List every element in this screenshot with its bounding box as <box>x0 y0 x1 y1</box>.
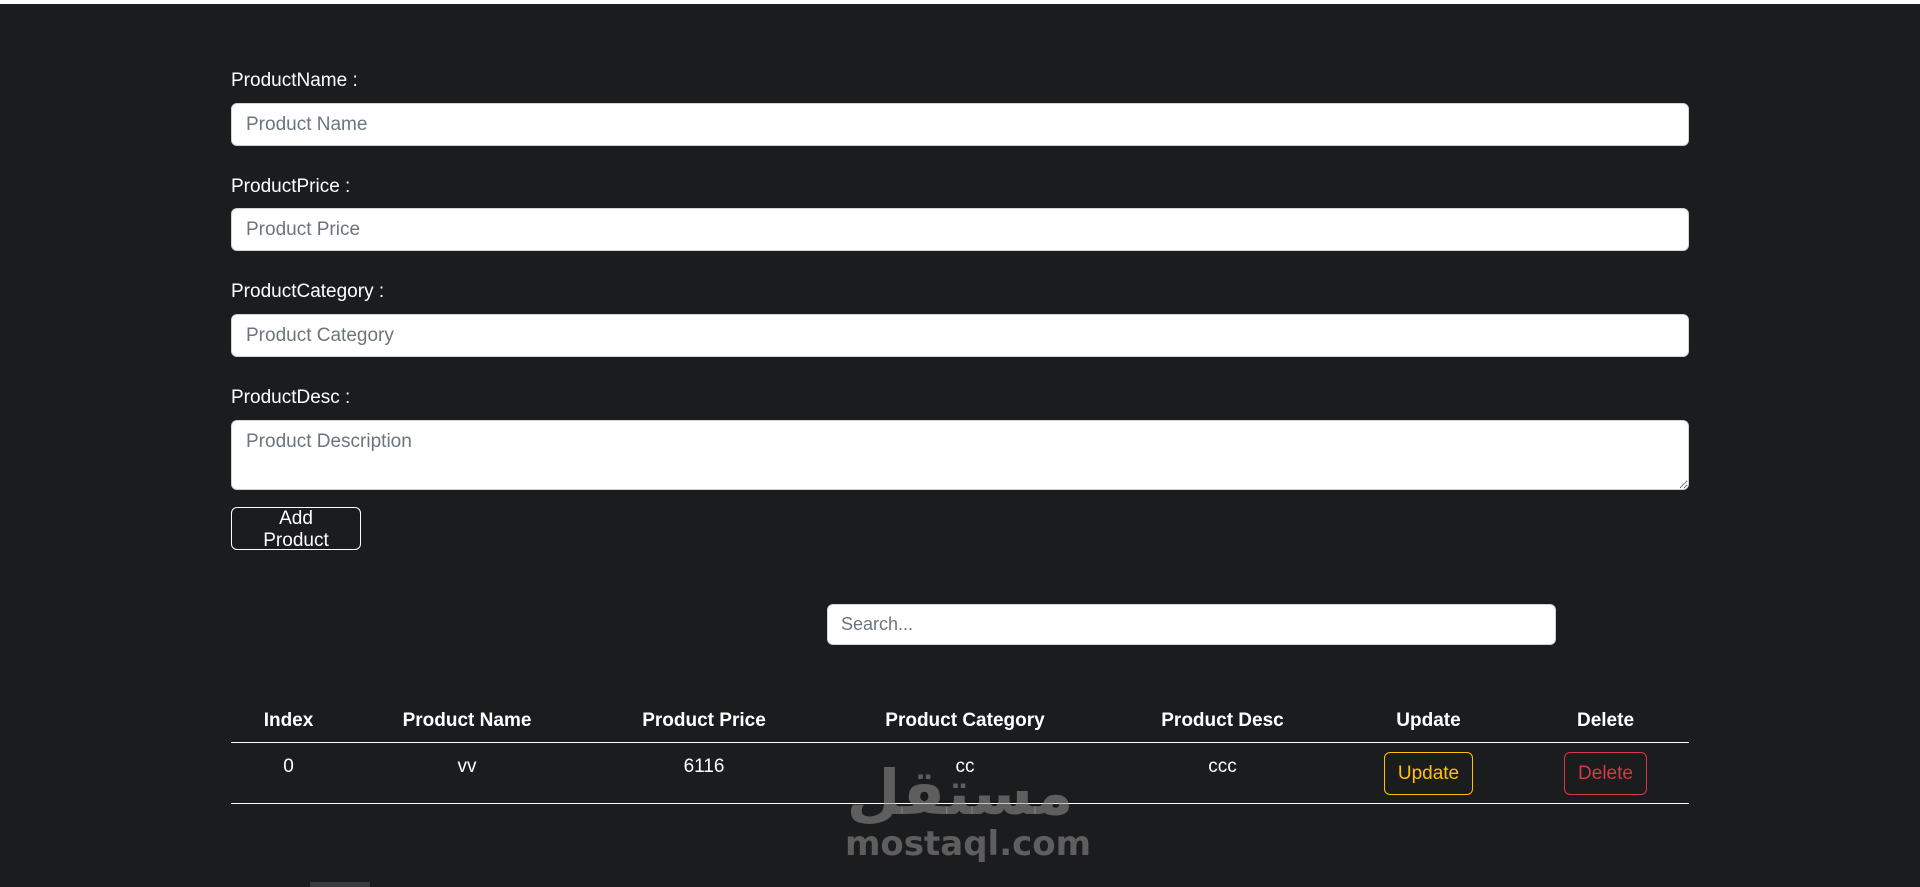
header-index: Index <box>231 700 346 743</box>
cell-product-price: 6116 <box>588 742 820 804</box>
cell-update: Update <box>1335 742 1522 804</box>
product-name-input[interactable] <box>231 103 1689 146</box>
cell-product-category: cc <box>820 742 1110 804</box>
watermark-text: mostaql.com <box>845 824 1092 864</box>
top-border-strip <box>0 0 1920 4</box>
product-name-label: ProductName : <box>231 70 358 91</box>
table-header-row: Index Product Name Product Price Product… <box>231 700 1689 743</box>
cell-delete: Delete <box>1522 742 1689 804</box>
header-update: Update <box>1335 700 1522 743</box>
add-product-button[interactable]: Add Product <box>231 507 361 551</box>
product-price-input[interactable] <box>231 208 1689 251</box>
header-product-category: Product Category <box>820 700 1110 743</box>
bottom-scroll-mark <box>310 882 370 887</box>
header-product-desc: Product Desc <box>1110 700 1335 743</box>
product-category-label: ProductCategory : <box>231 281 385 302</box>
product-desc-label: ProductDesc : <box>231 387 351 408</box>
table-row: 0 vv 6116 cc ccc Update Delete <box>231 742 1689 804</box>
delete-button[interactable]: Delete <box>1564 751 1647 795</box>
product-desc-textarea[interactable] <box>231 420 1689 490</box>
products-table: Index Product Name Product Price Product… <box>231 700 1689 804</box>
cell-product-desc: ccc <box>1110 742 1335 804</box>
product-category-input[interactable] <box>231 314 1689 357</box>
header-product-price: Product Price <box>588 700 820 743</box>
cell-product-name: vv <box>346 742 588 804</box>
cell-index: 0 <box>231 742 346 804</box>
header-product-name: Product Name <box>346 700 588 743</box>
header-delete: Delete <box>1522 700 1689 743</box>
search-input[interactable] <box>827 604 1556 645</box>
product-price-label: ProductPrice : <box>231 176 351 197</box>
update-button[interactable]: Update <box>1383 751 1474 795</box>
